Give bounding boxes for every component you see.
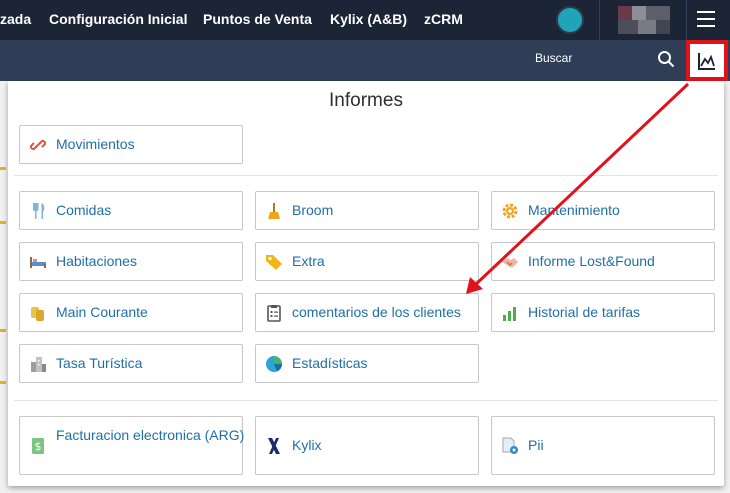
tile-label: Historial de tarifas [528, 304, 641, 320]
tile-label: Tasa Turística [56, 355, 143, 371]
pie-chart-icon [266, 356, 282, 372]
tile-label: Habitaciones [56, 253, 137, 269]
tile-label: Facturacion electronica (ARG) [56, 427, 245, 443]
tile-informe-lost-found[interactable]: Informe Lost&Found [491, 242, 715, 281]
background-marker [0, 167, 6, 170]
tile-label: Pii [528, 437, 544, 453]
kylix-logo-icon [268, 438, 280, 454]
tile-label: Extra [292, 253, 325, 269]
tile-label: Comidas [56, 202, 112, 218]
hotel-avatar[interactable] [556, 6, 584, 34]
section-divider [14, 400, 718, 401]
bar-chart-icon [503, 307, 516, 321]
tile-main-courante[interactable]: Main Courante [19, 293, 243, 332]
tag-icon [266, 255, 282, 270]
background-marker [0, 381, 6, 384]
nav-item-zada[interactable]: zada [0, 0, 31, 40]
tile-pii[interactable]: Pii [491, 416, 715, 475]
top-navbar: zada Configuración Inicial Puntos de Ven… [0, 0, 730, 40]
area-chart-icon [698, 53, 715, 70]
tile-habitaciones[interactable]: Habitaciones [19, 242, 243, 281]
tile-facturacion-electronica[interactable]: $ Facturacion electronica (ARG) [19, 416, 245, 475]
coins-icon [31, 307, 44, 321]
tile-tasa-turistica[interactable]: Tasa Turística [19, 344, 243, 383]
tile-label: Broom [292, 202, 334, 218]
tile-label: Mantenimiento [528, 202, 620, 218]
svg-text:$: $ [35, 440, 42, 453]
tile-movimientos[interactable]: Movimientos [19, 125, 243, 164]
user-avatar[interactable] [618, 6, 670, 34]
city-icon [31, 357, 46, 372]
broom-icon [268, 203, 280, 219]
dollar-note-icon: $ [32, 438, 44, 454]
nav-item-configuracion-inicial[interactable]: Configuración Inicial [49, 0, 187, 40]
tile-label: Estadísticas [292, 355, 368, 371]
tile-label: Main Courante [56, 304, 148, 320]
tile-comidas[interactable]: Comidas [19, 191, 243, 230]
clipboard-icon [267, 305, 281, 322]
section-divider [14, 175, 718, 176]
nav-item-zcrm[interactable]: zCRM [424, 0, 463, 40]
tile-extra[interactable]: Extra [255, 242, 479, 281]
tile-label: Kylix [292, 437, 322, 453]
background-marker [0, 329, 6, 332]
nav-item-kylix-ab[interactable]: Kylix (A&B) [330, 0, 407, 40]
nav-divider [599, 0, 600, 40]
document-gear-icon [502, 437, 518, 454]
panel-title: Informes [329, 90, 403, 111]
tile-broom[interactable]: Broom [255, 191, 479, 230]
nav-item-puntos-de-venta[interactable]: Puntos de Venta [203, 0, 312, 40]
search-label[interactable]: Buscar [535, 40, 572, 76]
tile-mantenimiento[interactable]: Mantenimiento [491, 191, 715, 230]
gear-icon [502, 203, 518, 219]
reports-panel: Informes Movimientos Comidas Broom Mante… [8, 81, 724, 486]
bed-icon [30, 257, 46, 268]
cutlery-icon [33, 203, 45, 219]
tile-estadisticas[interactable]: Estadísticas [255, 344, 479, 383]
hamburger-menu-icon[interactable] [697, 11, 715, 27]
secondary-bar: Buscar [0, 40, 730, 81]
handshake-icon [502, 258, 518, 268]
link-icon [29, 139, 47, 151]
tile-historial-tarifas[interactable]: Historial de tarifas [491, 293, 715, 332]
search-icon[interactable] [657, 50, 675, 68]
tile-label: Movimientos [56, 136, 135, 152]
nav-divider [686, 0, 687, 40]
tile-comentarios-clientes[interactable]: comentarios de los clientes [255, 293, 479, 332]
background-marker [0, 221, 6, 224]
reports-button[interactable] [686, 40, 728, 81]
tile-kylix[interactable]: Kylix [255, 416, 479, 475]
tile-label: comentarios de los clientes [292, 304, 461, 320]
tile-label: Informe Lost&Found [528, 253, 655, 269]
